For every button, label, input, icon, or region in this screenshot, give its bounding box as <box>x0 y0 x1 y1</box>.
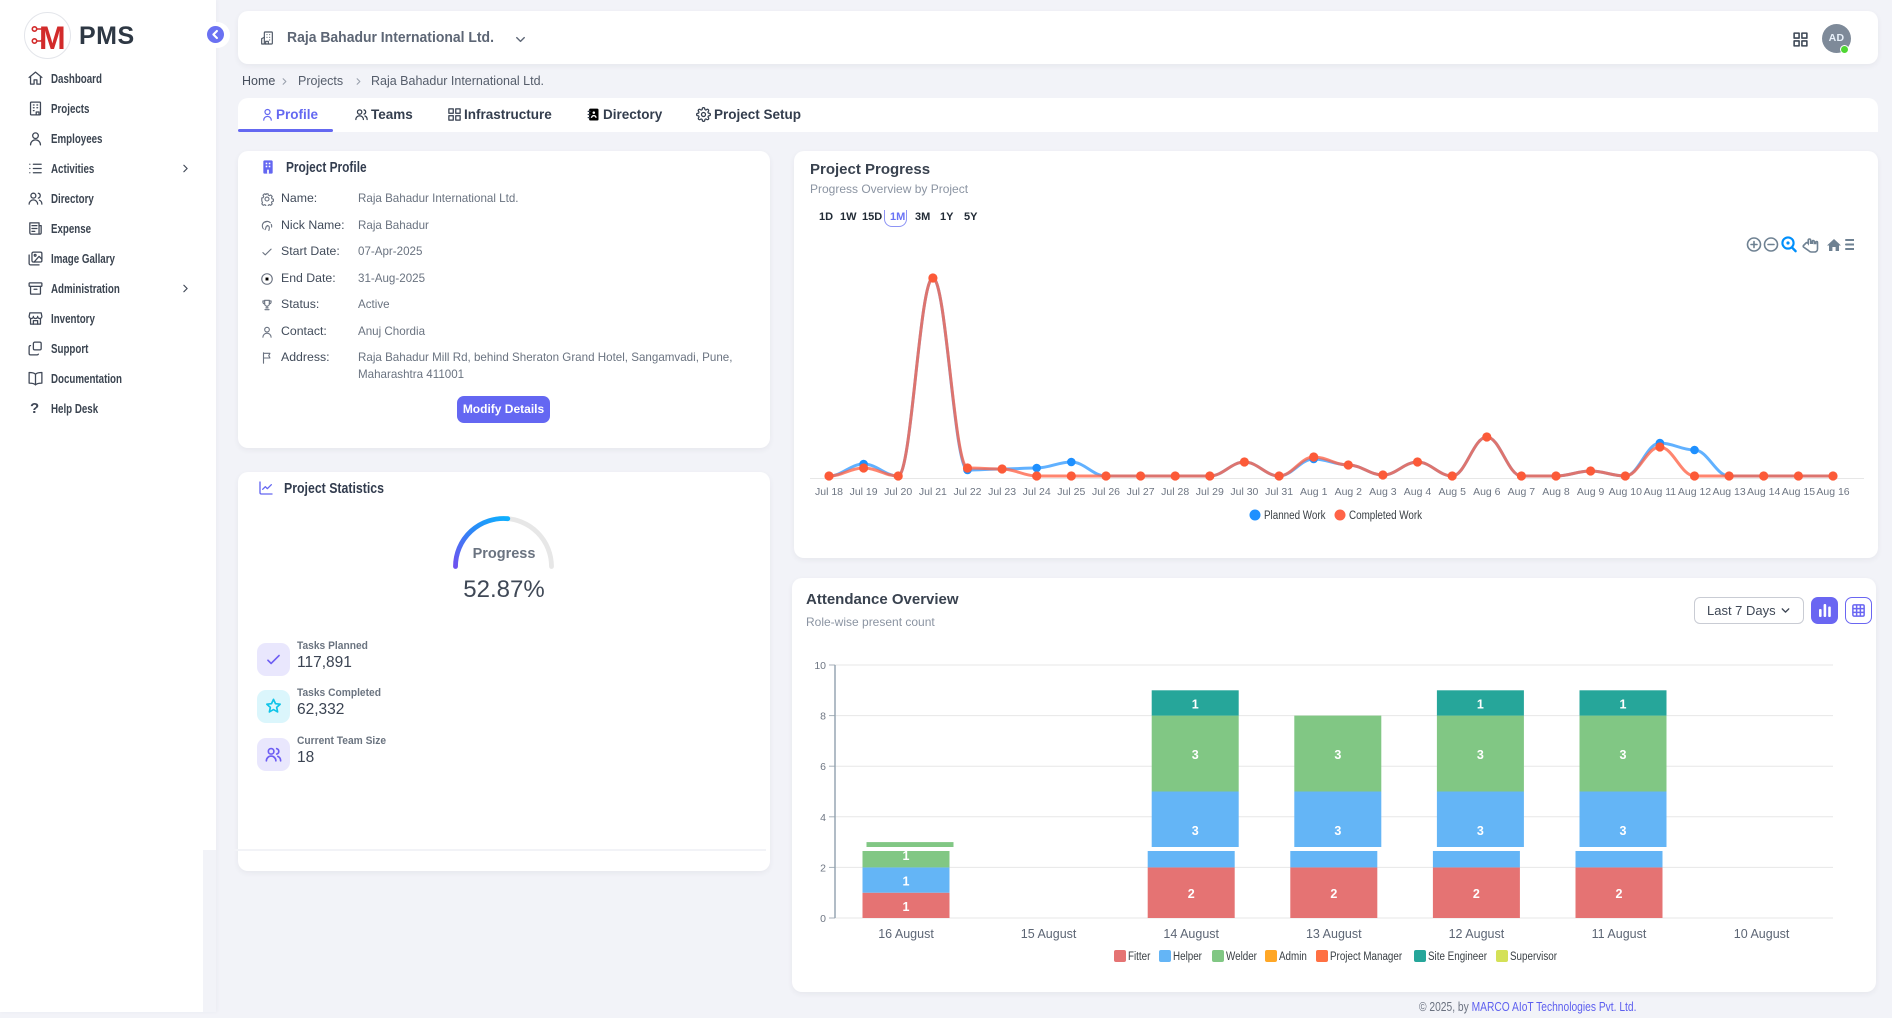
svg-text:15 August: 15 August <box>1021 927 1077 941</box>
svg-text:11 August: 11 August <box>1592 927 1647 941</box>
svg-text:Aug 15: Aug 15 <box>1782 486 1815 498</box>
svg-text:1: 1 <box>903 849 910 863</box>
svg-text:Aug 13: Aug 13 <box>1712 486 1745 498</box>
svg-text:Jul 22: Jul 22 <box>953 486 981 498</box>
svg-text:2: 2 <box>1330 887 1337 901</box>
svg-text:Aug 11: Aug 11 <box>1644 486 1677 498</box>
svg-text:3: 3 <box>1477 824 1484 838</box>
svg-text:Aug 16: Aug 16 <box>1816 486 1849 498</box>
svg-text:2: 2 <box>820 862 826 874</box>
svg-text:3: 3 <box>1620 824 1627 838</box>
svg-text:6: 6 <box>820 761 826 773</box>
svg-text:1: 1 <box>1477 697 1484 711</box>
svg-text:Aug 1: Aug 1 <box>1300 486 1328 498</box>
svg-text:3: 3 <box>1477 748 1484 762</box>
svg-text:Jul 24: Jul 24 <box>1023 486 1051 498</box>
svg-text:3: 3 <box>1334 748 1341 762</box>
svg-text:Jul 31: Jul 31 <box>1265 486 1293 498</box>
svg-text:13 August: 13 August <box>1306 927 1362 941</box>
svg-text:16 August: 16 August <box>878 927 934 941</box>
svg-text:Aug 12: Aug 12 <box>1678 486 1711 498</box>
svg-text:Aug 5: Aug 5 <box>1438 486 1466 498</box>
svg-text:4: 4 <box>820 812 826 824</box>
svg-text:10: 10 <box>814 660 826 672</box>
svg-text:Jul 19: Jul 19 <box>850 486 878 498</box>
svg-text:2: 2 <box>1188 887 1195 901</box>
svg-text:3: 3 <box>1334 824 1341 838</box>
svg-text:2: 2 <box>1616 887 1623 901</box>
svg-text:Aug 4: Aug 4 <box>1404 486 1432 498</box>
svg-text:Welder: Welder <box>1226 950 1257 963</box>
svg-text:Fitter: Fitter <box>1128 950 1151 963</box>
svg-text:Jul 20: Jul 20 <box>884 486 912 498</box>
svg-text:1: 1 <box>1620 697 1627 711</box>
svg-text:1: 1 <box>1192 697 1199 711</box>
svg-text:Jul 18: Jul 18 <box>815 486 843 498</box>
svg-text:Supervisor: Supervisor <box>1510 950 1557 963</box>
svg-text:Jul 29: Jul 29 <box>1196 486 1224 498</box>
svg-text:Project Manager: Project Manager <box>1330 950 1402 963</box>
svg-text:Jul 30: Jul 30 <box>1230 486 1258 498</box>
svg-text:Aug 3: Aug 3 <box>1369 486 1397 498</box>
svg-text:Aug 8: Aug 8 <box>1542 486 1570 498</box>
svg-text:M: M <box>39 20 65 55</box>
svg-text:Site Engineer: Site Engineer <box>1428 950 1487 963</box>
svg-text:Completed Work: Completed Work <box>1349 509 1422 522</box>
svg-text:0: 0 <box>820 913 826 925</box>
svg-text:Jul 21: Jul 21 <box>919 486 947 498</box>
svg-text:8: 8 <box>820 711 826 723</box>
svg-text:Jul 23: Jul 23 <box>988 486 1016 498</box>
svg-text:Admin: Admin <box>1279 950 1307 963</box>
svg-text:Aug 14: Aug 14 <box>1747 486 1780 498</box>
svg-text:Aug 2: Aug 2 <box>1335 486 1363 498</box>
svg-text:3: 3 <box>1192 748 1199 762</box>
svg-text:3: 3 <box>1620 748 1627 762</box>
svg-text:Helper: Helper <box>1173 950 1202 963</box>
svg-text:Planned Work: Planned Work <box>1264 509 1326 522</box>
svg-text:Aug 9: Aug 9 <box>1577 486 1605 498</box>
svg-text:10 August: 10 August <box>1734 927 1790 941</box>
svg-text:12 August: 12 August <box>1449 927 1505 941</box>
svg-text:3: 3 <box>1192 824 1199 838</box>
svg-text:1: 1 <box>903 900 910 914</box>
svg-text:Aug 10: Aug 10 <box>1609 486 1642 498</box>
svg-text:Jul 25: Jul 25 <box>1057 486 1085 498</box>
svg-text:1: 1 <box>903 875 910 889</box>
svg-text:Aug 7: Aug 7 <box>1508 486 1536 498</box>
svg-text:Aug 6: Aug 6 <box>1473 486 1501 498</box>
svg-text:Jul 26: Jul 26 <box>1092 486 1120 498</box>
svg-text:14 August: 14 August <box>1163 927 1219 941</box>
svg-text:Jul 28: Jul 28 <box>1161 486 1189 498</box>
svg-text:2: 2 <box>1473 887 1480 901</box>
svg-text:Jul 27: Jul 27 <box>1127 486 1155 498</box>
